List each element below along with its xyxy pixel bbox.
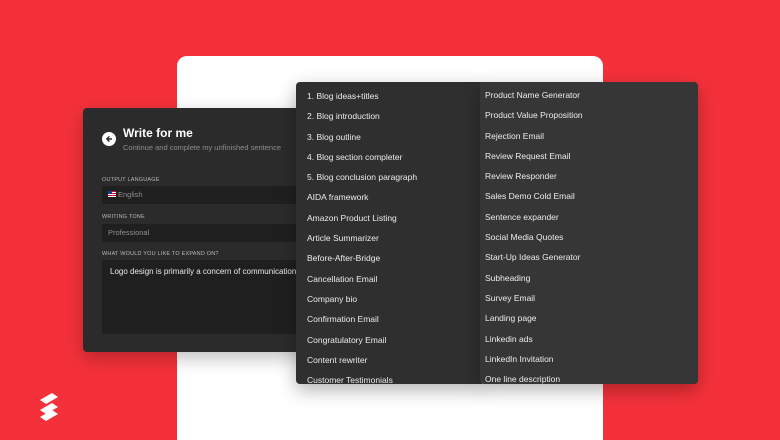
template-item[interactable]: Sentence expander [485, 207, 583, 227]
template-item[interactable]: Start-Up Ideas Generator [485, 247, 583, 267]
template-item[interactable]: Customer Testimonials [307, 370, 417, 390]
template-item[interactable]: AIDA framework [307, 187, 417, 207]
writing-tone-value: Professional [108, 228, 150, 237]
template-list-right-items: Product Name Generator Product Value Prop… [485, 85, 583, 389]
template-item[interactable]: Amazon Product Listing [307, 208, 417, 228]
template-item[interactable]: Article Summarizer [307, 228, 417, 248]
template-item[interactable]: LinkedIn Invitation [485, 349, 583, 369]
brand-logo-icon [40, 393, 58, 421]
template-item[interactable]: Review Request Email [485, 146, 583, 166]
back-button[interactable] [102, 132, 116, 146]
writing-tone-select[interactable]: Professional [102, 224, 323, 242]
template-item[interactable]: Linkedin ads [485, 329, 583, 349]
template-item[interactable]: Cancellation Email [307, 269, 417, 289]
template-item[interactable]: Product Name Generator [485, 85, 583, 105]
panel-subtitle: Continue and complete my unfinished sent… [123, 143, 282, 152]
template-item[interactable]: Content rewriter [307, 350, 417, 370]
template-item[interactable]: 2. Blog introduction [307, 106, 417, 126]
template-list-right: Product Name Generator Product Value Prop… [480, 82, 698, 384]
write-for-me-panel: Write for me Continue and complete my un… [83, 108, 323, 352]
output-language-label: OUTPUT LANGUAGE [102, 177, 160, 183]
arrow-left-icon [106, 136, 113, 142]
template-item[interactable]: Product Value Proposition [485, 105, 583, 125]
expand-text: Logo design is primarily a concern of co… [110, 267, 299, 276]
output-language-value: English [118, 190, 143, 199]
template-item[interactable]: Sales Demo Cold Email [485, 186, 583, 206]
template-item[interactable]: 5. Blog conclusion paragraph [307, 167, 417, 187]
expand-textarea[interactable]: Logo design is primarily a concern of co… [102, 260, 323, 334]
expand-label: WHAT WOULD YOU LIKE TO EXPAND ON? [102, 251, 219, 257]
template-item[interactable]: Rejection Email [485, 126, 583, 146]
template-item[interactable]: Confirmation Email [307, 309, 417, 329]
template-list-left-items: 1. Blog ideas+titles 2. Blog introduction… [307, 86, 417, 390]
template-item[interactable]: Company bio [307, 289, 417, 309]
template-item[interactable]: Before-After-Bridge [307, 248, 417, 268]
template-item[interactable]: 4. Blog section completer [307, 147, 417, 167]
template-item[interactable]: Subheading [485, 268, 583, 288]
template-item[interactable]: One line description [485, 369, 583, 389]
template-item[interactable]: 1. Blog ideas+titles [307, 86, 417, 106]
panel-title: Write for me [123, 126, 193, 140]
template-item[interactable]: 3. Blog outline [307, 127, 417, 147]
panel-header: Write for me Continue and complete my un… [83, 108, 323, 168]
template-item[interactable]: Congratulatory Email [307, 330, 417, 350]
output-language-select[interactable]: English [102, 186, 323, 204]
template-item[interactable]: Social Media Quotes [485, 227, 583, 247]
template-item[interactable]: Landing page [485, 308, 583, 328]
writing-tone-label: WRITING TONE [102, 214, 145, 220]
template-item[interactable]: Review Responder [485, 166, 583, 186]
template-item[interactable]: Survey Email [485, 288, 583, 308]
us-flag-icon [108, 191, 116, 198]
template-list-left: 1. Blog ideas+titles 2. Blog introduction… [296, 82, 482, 385]
